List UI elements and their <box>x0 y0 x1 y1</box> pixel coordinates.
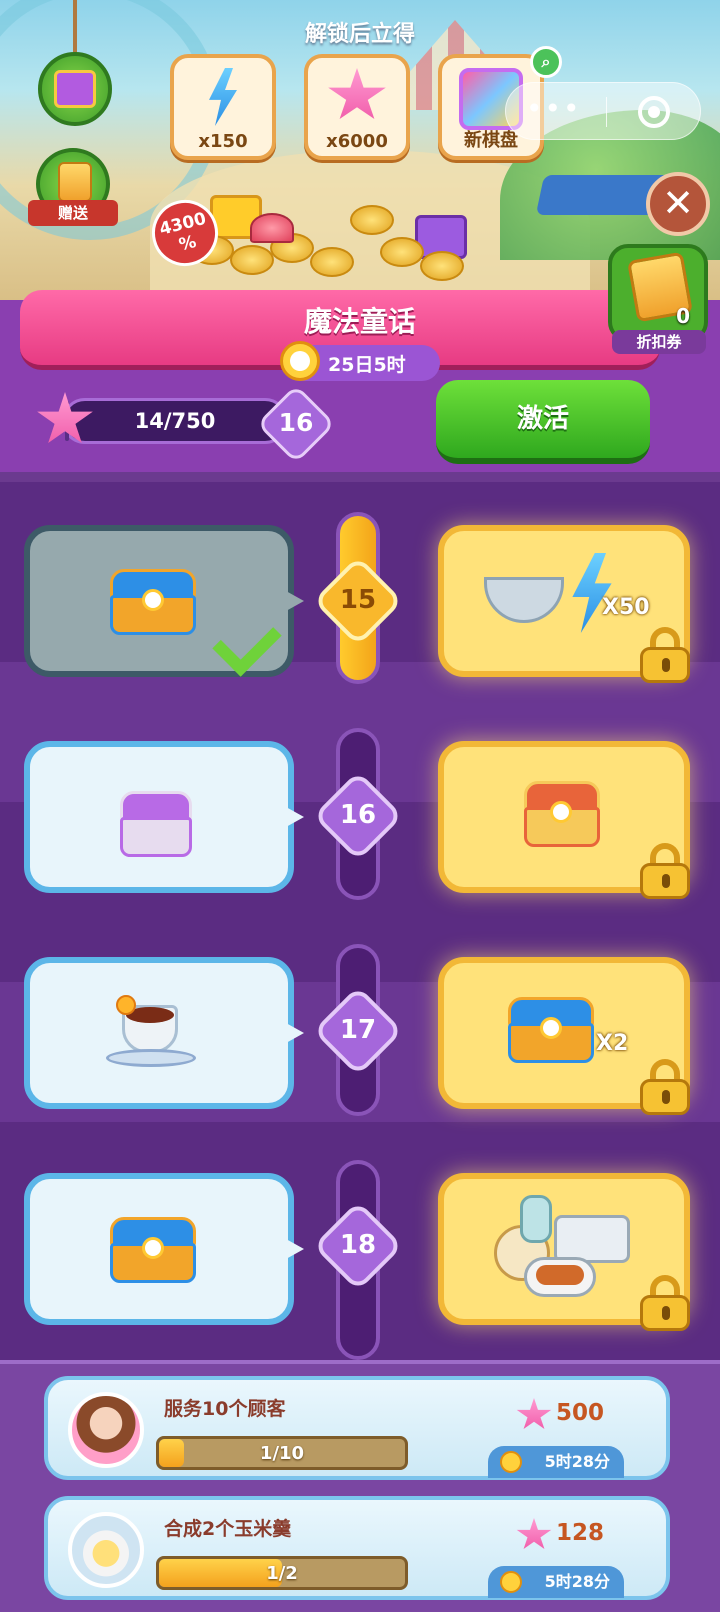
bento-set-icon <box>494 1195 634 1305</box>
gift-box-icon <box>54 70 96 108</box>
coupon-ticket-icon <box>58 162 92 202</box>
customer-avatar-icon <box>68 1392 144 1468</box>
task-timer-text: 5时28分 <box>544 1572 610 1591</box>
alarm-clock-icon <box>500 1571 522 1593</box>
alarm-clock-icon <box>500 1451 522 1473</box>
coin-pile-decoration <box>190 195 490 285</box>
coupon-count: 0 <box>676 304 690 328</box>
lock-icon <box>640 1275 690 1331</box>
event-timer-text: 25日5时 <box>328 354 406 376</box>
task-title: 合成2个玉米羹 <box>164 1518 292 1540</box>
task-points: 128 <box>556 1520 605 1546</box>
task-card[interactable]: 合成2个玉米羹 1/2 128 5时28分 <box>44 1496 670 1600</box>
points-progress-bar: 14/750 <box>62 398 288 444</box>
task-timer: 5时28分 <box>488 1566 624 1598</box>
reward-label: x150 <box>198 131 248 152</box>
pink-star-icon <box>516 1398 552 1429</box>
blue-chest-icon <box>508 997 594 1063</box>
free-reward-cell[interactable] <box>24 957 294 1109</box>
mini-program-capsule: ••• <box>505 82 701 140</box>
blue-chest-icon <box>110 1217 196 1283</box>
send-gift-label: 赠送 <box>28 200 118 226</box>
pink-star-icon <box>516 1518 552 1549</box>
tea-cup-icon <box>106 993 196 1067</box>
magnify-icon[interactable]: ⌕ <box>530 46 562 78</box>
close-icon: ✕ <box>662 181 694 225</box>
discount-percent-text: 4300 % <box>157 208 209 256</box>
unlock-rewards-title: 解锁后立得 <box>304 22 415 47</box>
task-timer-text: 5时28分 <box>544 1452 610 1471</box>
reward-multiplier: X50 <box>602 595 650 620</box>
premium-reward-cell[interactable]: X50 <box>438 525 690 683</box>
lock-icon <box>640 843 690 899</box>
task-points: 500 <box>556 1400 605 1426</box>
purple-chest-icon <box>120 791 192 857</box>
task-card[interactable]: 服务10个顾客 1/10 500 5时28分 <box>44 1376 670 1480</box>
task-progress-bar: 1/2 <box>156 1556 408 1590</box>
bowl-icon <box>484 577 564 623</box>
task-timer: 5时28分 <box>488 1446 624 1478</box>
premium-reward-cell[interactable] <box>438 1173 690 1331</box>
alarm-clock-icon <box>280 341 320 381</box>
exit-target-icon[interactable] <box>638 96 670 128</box>
reward-tile-star[interactable]: x6000 <box>304 54 410 160</box>
task-progress-bar: 1/10 <box>156 1436 408 1470</box>
free-reward-cell[interactable] <box>24 1173 294 1325</box>
blue-chest-icon <box>110 569 196 635</box>
discount-coupon-button[interactable]: 0 <box>608 244 708 342</box>
level-number: 16 <box>339 800 377 830</box>
level-number: 18 <box>339 1230 377 1260</box>
progress-text: 14/750 <box>134 409 216 433</box>
level-number: 17 <box>339 1015 377 1045</box>
reward-tile-lightning[interactable]: x150 <box>170 54 276 160</box>
rope-decoration <box>73 0 77 54</box>
task-progress-text: 1/2 <box>266 1563 298 1584</box>
more-options-icon[interactable]: ••• <box>526 95 582 123</box>
lock-icon <box>640 1059 690 1115</box>
free-reward-cell[interactable] <box>24 741 294 893</box>
gift-box-button[interactable] <box>38 52 112 126</box>
current-level: 16 <box>278 408 314 437</box>
lightning-icon <box>572 553 612 633</box>
close-button[interactable]: ✕ <box>646 172 710 236</box>
lock-icon <box>640 627 690 683</box>
premium-reward-cell[interactable] <box>438 741 690 899</box>
corn-soup-icon <box>68 1512 144 1588</box>
coupon-label: 折扣券 <box>612 330 706 354</box>
lightning-icon <box>209 68 237 126</box>
event-timer: 25日5时 <box>280 341 440 381</box>
pink-star-icon <box>328 68 386 119</box>
reward-multiplier: X2 <box>596 1031 629 1056</box>
task-progress-text: 1/10 <box>259 1443 305 1464</box>
task-title: 服务10个顾客 <box>164 1398 286 1420</box>
activate-button[interactable]: 激活 <box>436 380 650 464</box>
red-chest-icon <box>524 781 600 847</box>
level-number: 15 <box>339 585 377 615</box>
capsule-divider <box>606 97 607 127</box>
premium-reward-cell[interactable]: X2 <box>438 957 690 1115</box>
reward-label: x6000 <box>326 131 388 152</box>
